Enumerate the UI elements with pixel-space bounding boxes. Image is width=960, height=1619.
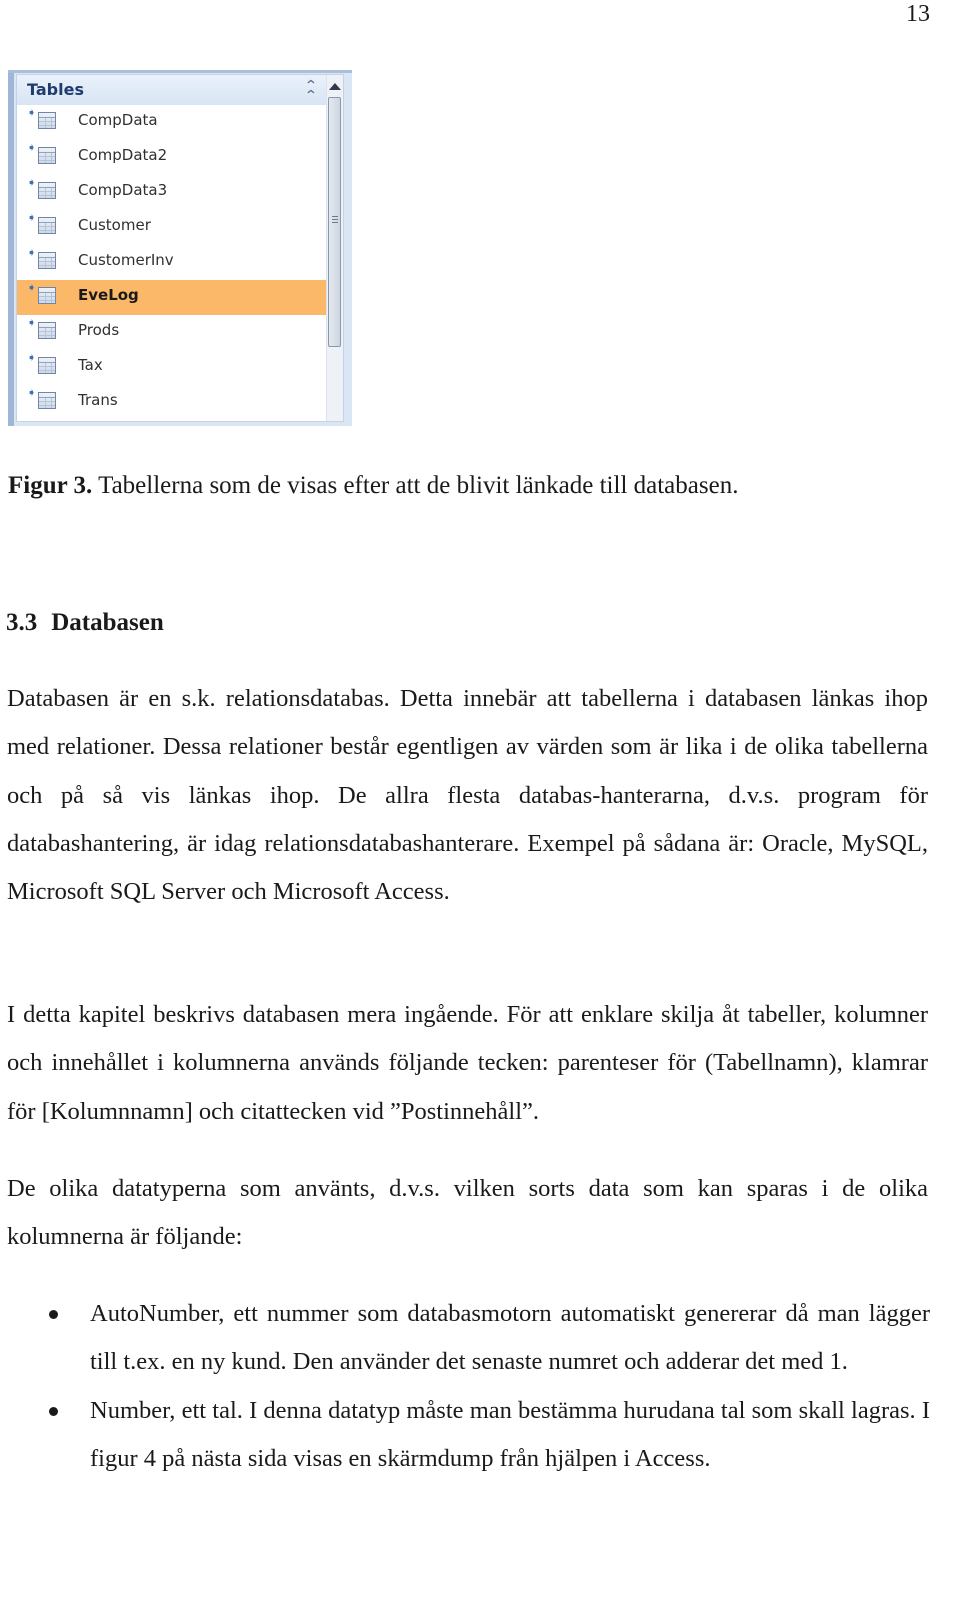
navigation-pane-screenshot: Tables ⌃ ⌃ ➧ CompData ➧ CompData2 ➧ CompD… bbox=[8, 70, 352, 426]
table-icon bbox=[38, 287, 56, 304]
linked-table-arrow-icon: ➧ bbox=[27, 316, 37, 329]
list-item: Number, ett tal. I denna datatyp måste m… bbox=[0, 1387, 930, 1484]
section-number: 3.3 bbox=[6, 609, 38, 636]
page-number: 13 bbox=[906, 1, 930, 27]
list-item-text: Number, ett tal. I denna datatyp måste m… bbox=[90, 1396, 930, 1472]
table-list: ➧ CompData ➧ CompData2 ➧ CompData3 ➧ Cus… bbox=[17, 105, 327, 420]
table-icon bbox=[38, 322, 56, 339]
linked-table-arrow-icon: ➧ bbox=[27, 246, 37, 259]
table-item-label: Trans bbox=[78, 391, 118, 409]
figure-caption: Figur 3. Tabellerna som de visas efter a… bbox=[8, 470, 738, 502]
table-item-label: Customer bbox=[78, 216, 151, 234]
vertical-scrollbar[interactable] bbox=[326, 75, 343, 421]
table-item-customerinv[interactable]: ➧ CustomerInv bbox=[17, 245, 327, 280]
bullet-icon bbox=[49, 1310, 58, 1319]
figure-label: Figur 3. bbox=[8, 472, 93, 499]
linked-table-arrow-icon: ➧ bbox=[27, 386, 37, 399]
table-icon bbox=[38, 147, 56, 164]
scrollbar-thumb[interactable] bbox=[328, 97, 341, 347]
datatype-list: AutoNumber, ett nummer som databasmotorn… bbox=[0, 1290, 930, 1483]
table-icon bbox=[38, 392, 56, 409]
section-heading: 3.3 Databasen bbox=[6, 607, 164, 639]
table-item-trans[interactable]: ➧ Trans bbox=[17, 385, 327, 420]
table-item-prods[interactable]: ➧ Prods bbox=[17, 315, 327, 350]
table-item-label: CompData bbox=[78, 111, 158, 129]
table-item-label: Tax bbox=[78, 356, 103, 374]
table-item-compdata[interactable]: ➧ CompData bbox=[17, 105, 327, 140]
scroll-up-arrow-icon[interactable] bbox=[329, 83, 341, 90]
table-item-label: EveLog bbox=[78, 286, 139, 304]
table-item-label: CompData3 bbox=[78, 181, 168, 199]
section-title: Databasen bbox=[51, 609, 164, 636]
paragraph: De olika datatyperna som använts, d.v.s.… bbox=[7, 1175, 928, 1251]
table-icon bbox=[38, 112, 56, 129]
table-item-label: CompData2 bbox=[78, 146, 168, 164]
linked-table-arrow-icon: ➧ bbox=[27, 281, 37, 294]
tables-group-title: Tables bbox=[27, 80, 84, 99]
table-item-compdata3[interactable]: ➧ CompData3 bbox=[17, 175, 327, 210]
table-icon bbox=[38, 217, 56, 234]
pane-border bbox=[8, 70, 14, 426]
pane-border-top bbox=[8, 70, 352, 73]
table-item-compdata2[interactable]: ➧ CompData2 bbox=[17, 140, 327, 175]
linked-table-arrow-icon: ➧ bbox=[27, 141, 37, 154]
linked-table-arrow-icon: ➧ bbox=[27, 176, 37, 189]
double-chevron-up-icon[interactable]: ⌃ ⌃ bbox=[304, 79, 318, 103]
tables-group-header[interactable]: Tables ⌃ ⌃ bbox=[17, 75, 327, 105]
table-icon bbox=[38, 252, 56, 269]
linked-table-arrow-icon: ➧ bbox=[27, 351, 37, 364]
paragraph: I detta kapitel beskrivs databasen mera … bbox=[7, 1001, 928, 1125]
paragraph: Databasen är en s.k. relationsdatabas. D… bbox=[7, 685, 928, 906]
table-item-tax[interactable]: ➧ Tax bbox=[17, 350, 327, 385]
linked-table-arrow-icon: ➧ bbox=[27, 211, 37, 224]
table-item-label: CustomerInv bbox=[78, 251, 174, 269]
table-item-evelog[interactable]: ➧ EveLog bbox=[17, 280, 327, 315]
table-item-label: Prods bbox=[78, 321, 120, 339]
grip-icon bbox=[332, 216, 338, 225]
bullet-icon bbox=[49, 1406, 58, 1416]
table-item-customer[interactable]: ➧ Customer bbox=[17, 210, 327, 245]
list-item-text: AutoNumber, ett nummer som databasmotorn… bbox=[90, 1300, 930, 1376]
figure-caption-text: Tabellerna som de visas efter att de bli… bbox=[92, 472, 739, 499]
table-icon bbox=[38, 357, 56, 374]
nav-pane-body: Tables ⌃ ⌃ ➧ CompData ➧ CompData2 ➧ CompD… bbox=[16, 74, 344, 422]
table-icon bbox=[38, 182, 56, 199]
linked-table-arrow-icon: ➧ bbox=[27, 106, 37, 119]
list-item: AutoNumber, ett nummer som databasmotorn… bbox=[0, 1290, 930, 1387]
